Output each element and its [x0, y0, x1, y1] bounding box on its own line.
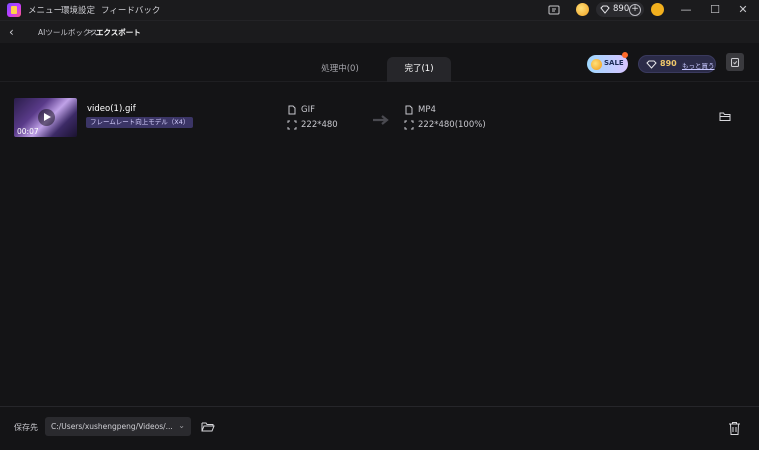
save-path-value: C:/Users/xushengpeng/Videos/... [51, 422, 173, 431]
sale-label: SALE [604, 59, 624, 67]
breadcrumb-bar: ‹ AIツールボックス > エクスポート [0, 20, 759, 43]
gem-balance-pill[interactable]: 890 + [596, 2, 644, 17]
play-icon[interactable] [38, 109, 55, 126]
add-gems-button[interactable]: + [629, 3, 641, 16]
save-path-select[interactable]: C:/Users/xushengpeng/Videos/... ⌄ [45, 417, 191, 436]
notification-dot [622, 52, 628, 58]
file-row: 00:07 video(1).gif フレームレート向上モデル（X4） GIF … [0, 83, 759, 153]
chevron-down-icon: ⌄ [178, 421, 185, 430]
back-arrow-icon[interactable]: ‹ [9, 25, 21, 39]
open-folder-icon[interactable] [719, 111, 731, 122]
diamond-icon [600, 5, 610, 14]
buy-gems-button[interactable]: 890 もっと買う [638, 55, 716, 73]
gem-count: 890 [613, 4, 630, 14]
minimize-button[interactable]: — [678, 2, 694, 18]
diamond-icon [646, 60, 657, 69]
coin-icon [591, 58, 602, 70]
model-tag: フレームレート向上モデル（X4） [86, 117, 194, 128]
trash-icon[interactable] [728, 421, 741, 436]
save-location-label: 保存先 [14, 423, 38, 432]
tab-completed[interactable]: 完了(1) [387, 57, 451, 82]
maximize-button[interactable]: ☐ [707, 2, 723, 18]
source-format: GIF [301, 105, 315, 115]
task-list-button[interactable] [726, 53, 744, 71]
breadcrumb-separator: > [87, 27, 94, 36]
file-name: video(1).gif [87, 104, 136, 114]
tutorial-icon[interactable] [547, 3, 561, 17]
menu-item-settings[interactable]: 環境設定 [61, 4, 95, 16]
bottom-bar: 保存先 C:/Users/xushengpeng/Videos/... ⌄ [0, 406, 759, 450]
tab-bar: 処理中(0) 完了(1) SALE 890 もっと買う [0, 43, 759, 82]
title-bar: メニュー 環境設定 フィードバック 890 + — ☐ ✕ [0, 0, 759, 20]
app-logo [7, 3, 21, 17]
resolution-icon [287, 120, 297, 130]
output-resolution: 222*480(100%) [418, 120, 486, 130]
clipboard-icon [731, 58, 739, 67]
sale-button[interactable]: SALE [587, 52, 628, 73]
browse-folder-icon[interactable] [201, 421, 215, 432]
menu-item-menu[interactable]: メニュー [28, 4, 62, 16]
tab-processing[interactable]: 処理中(0) [306, 57, 374, 82]
breadcrumb-export: エクスポート [96, 28, 141, 37]
file-icon [288, 105, 296, 115]
user-avatar-icon[interactable] [651, 3, 664, 16]
gem-count: 890 [660, 59, 677, 68]
buy-more-link[interactable]: もっと買う [682, 60, 715, 70]
video-duration: 00:07 [17, 127, 39, 136]
resolution-icon [404, 120, 414, 130]
output-format: MP4 [418, 105, 436, 115]
arrow-right-icon [373, 115, 389, 125]
video-thumbnail[interactable]: 00:07 [14, 98, 77, 137]
close-button[interactable]: ✕ [735, 2, 751, 18]
file-icon [405, 105, 413, 115]
source-resolution: 222*480 [301, 120, 338, 130]
coin-icon[interactable] [576, 3, 589, 16]
menu-item-feedback[interactable]: フィードバック [101, 4, 160, 16]
